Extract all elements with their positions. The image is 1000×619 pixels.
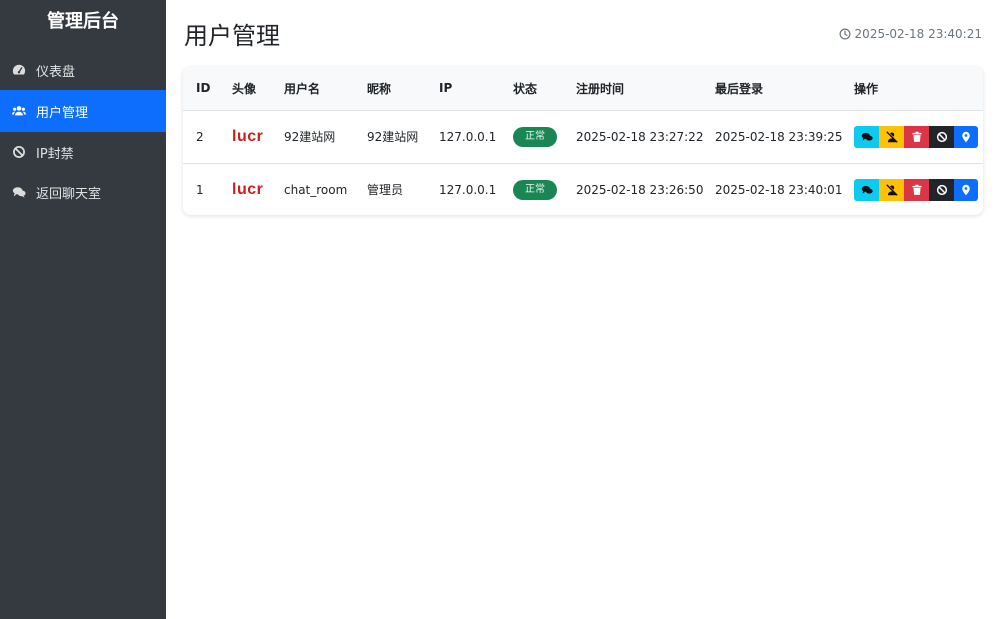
table-header-row: ID 头像 用户名 昵称 IP 状态 注册时间 最后登录 操作 <box>183 67 983 111</box>
col-header-id: ID <box>183 67 232 111</box>
current-datetime: 2025-02-18 23:40:21 <box>839 27 982 41</box>
cell-last-login: 2025-02-18 23:39:25 <box>715 110 854 164</box>
comments-icon <box>861 185 873 194</box>
avatar: lucr <box>232 128 264 145</box>
cell-ip: 127.0.0.1 <box>439 182 497 197</box>
action-group <box>854 178 983 201</box>
cell-registered: 2025-02-18 23:26:50 <box>576 182 704 197</box>
col-header-nickname: 昵称 <box>367 67 439 111</box>
cell-registered: 2025-02-18 23:27:22 <box>576 110 715 164</box>
ban-icon <box>936 184 947 195</box>
user-table: ID 头像 用户名 昵称 IP 状态 注册时间 最后登录 操作 2 lucr 9… <box>183 67 983 215</box>
ban-button[interactable] <box>929 178 954 201</box>
cell-ip: 127.0.0.1 <box>439 110 513 164</box>
ban-icon <box>936 131 947 142</box>
map-marker-icon <box>962 131 970 142</box>
mute-user-icon <box>885 183 898 196</box>
location-button[interactable] <box>954 125 978 148</box>
col-header-ip: IP <box>439 67 513 111</box>
col-header-avatar: 头像 <box>232 67 284 111</box>
sidebar-item-label: 仪表盘 <box>36 64 76 80</box>
sidebar-item-label: IP封禁 <box>36 146 74 162</box>
mute-button[interactable] <box>879 178 904 201</box>
cell-status: 正常 <box>513 110 576 164</box>
delete-button[interactable] <box>904 125 929 148</box>
col-header-status: 状态 <box>513 67 576 111</box>
ban-button[interactable] <box>929 125 954 148</box>
cell-nickname: 92建站网 <box>367 110 439 164</box>
delete-button[interactable] <box>904 178 929 201</box>
cell-last-login: 2025-02-18 23:40:01 <box>715 182 843 197</box>
brand-title: 管理后台 <box>47 11 119 32</box>
trash-icon <box>912 131 921 142</box>
sidebar-item-label: 返回聊天室 <box>36 186 102 202</box>
sidebar-item-back-to-chat[interactable]: 返回聊天室 <box>0 172 166 212</box>
cell-status: 正常 <box>513 163 576 215</box>
clock-icon <box>839 28 851 40</box>
cell-username: 92建站网 <box>284 110 367 164</box>
chat-button[interactable] <box>854 178 879 201</box>
chat-button[interactable] <box>854 125 879 148</box>
ban-icon <box>12 145 26 159</box>
status-badge: 正常 <box>513 126 557 147</box>
col-header-username: 用户名 <box>284 67 367 111</box>
cell-avatar: lucr <box>232 163 284 215</box>
status-badge: 正常 <box>513 179 557 200</box>
page-title: 用户管理 <box>184 22 280 50</box>
main-content: 用户管理 2025-02-18 23:40:21 ID 头像 用户名 昵称 IP… <box>166 0 1000 619</box>
mute-button[interactable] <box>879 125 904 148</box>
cell-nickname: 管理员 <box>367 183 404 198</box>
cell-username: chat_room <box>284 182 348 197</box>
avatar: lucr <box>232 181 264 198</box>
cell-id: 1 <box>196 182 204 197</box>
mute-user-icon <box>885 130 898 143</box>
table-row: 1 lucr chat_room 管理员 127.0.0.1 正常 2025-0… <box>183 163 983 215</box>
table-row: 2 lucr 92建站网 92建站网 127.0.0.1 正常 2025-02-… <box>183 110 983 164</box>
cell-avatar: lucr <box>232 110 284 164</box>
sidebar-item-users[interactable]: 用户管理 <box>0 90 166 132</box>
user-table-card: ID 头像 用户名 昵称 IP 状态 注册时间 最后登录 操作 2 lucr 9… <box>183 67 983 215</box>
sidebar-item-ip-ban[interactable]: IP封禁 <box>0 132 166 172</box>
datetime-text: 2025-02-18 23:40:21 <box>854 27 982 41</box>
sidebar-item-label: 用户管理 <box>36 105 89 121</box>
col-header-registered: 注册时间 <box>576 67 715 111</box>
comments-icon <box>12 185 26 199</box>
sidebar: 管理后台 仪表盘 用户管理 IP封禁 返回聊天室 <box>0 0 166 619</box>
gauge-icon <box>12 63 26 77</box>
col-header-last-login: 最后登录 <box>715 67 854 111</box>
location-button[interactable] <box>954 178 978 201</box>
cell-id: 2 <box>183 110 232 164</box>
trash-icon <box>912 184 921 195</box>
comments-icon <box>861 132 873 141</box>
action-group <box>854 125 983 148</box>
cell-actions <box>854 110 983 164</box>
cell-actions <box>854 163 983 215</box>
users-icon <box>12 104 26 118</box>
map-marker-icon <box>962 184 970 195</box>
col-header-actions: 操作 <box>854 67 983 111</box>
sidebar-item-dashboard[interactable]: 仪表盘 <box>0 50 166 90</box>
